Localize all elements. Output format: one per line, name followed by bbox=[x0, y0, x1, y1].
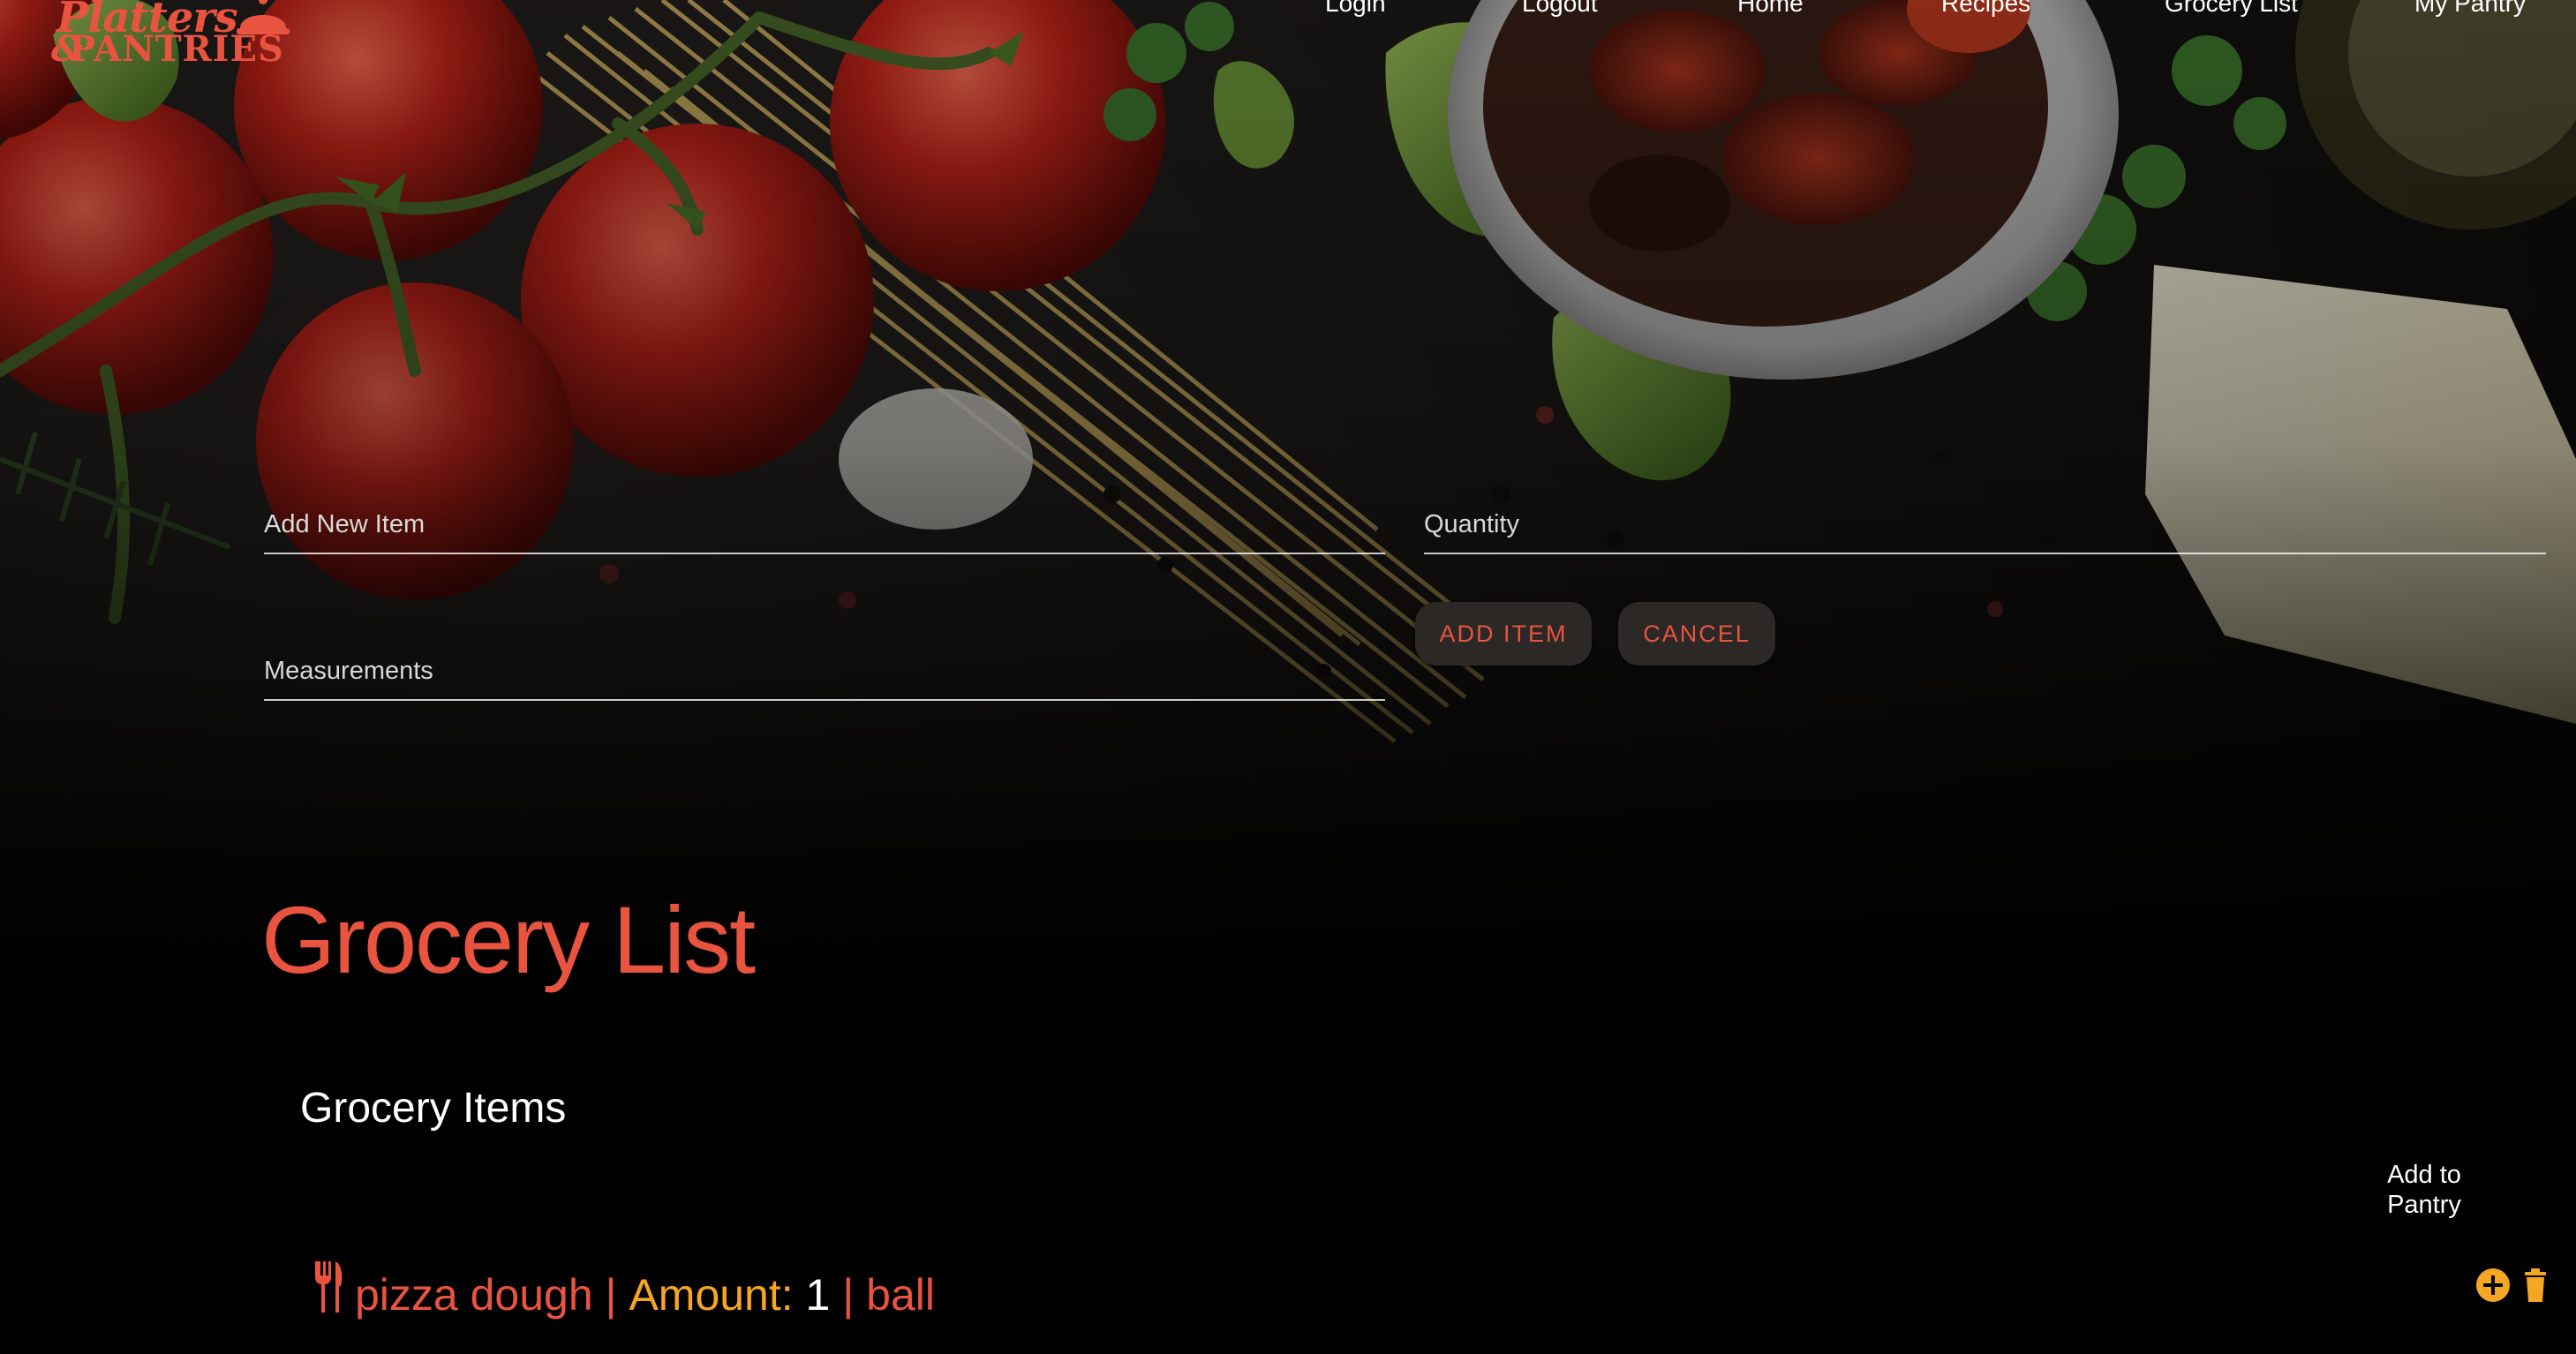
cancel-button[interactable]: CANCEL bbox=[1618, 602, 1775, 666]
item-separator: | bbox=[592, 1270, 629, 1320]
cloche-icon bbox=[237, 0, 290, 34]
page-title: Grocery List bbox=[261, 886, 756, 993]
add-new-item-field[interactable]: Add New Item bbox=[264, 491, 1389, 554]
fork-knife-icon bbox=[315, 1261, 343, 1313]
item-separator: | bbox=[830, 1270, 867, 1320]
nav-home[interactable]: Home bbox=[1737, 0, 1804, 18]
page: Platters & PANTRIES Login Logout Home Re… bbox=[0, 0, 2576, 1354]
grocery-list-item: pizza dough | Amount: 1 | ball bbox=[313, 1261, 935, 1326]
quantity-input[interactable] bbox=[1424, 491, 2550, 554]
nav-my-pantry[interactable]: My Pantry bbox=[2414, 0, 2526, 18]
add-to-pantry-column-header: Add to Pantry bbox=[2387, 1161, 2461, 1219]
item-amount-value: 1 bbox=[805, 1270, 831, 1320]
nav-logout[interactable]: Logout bbox=[1522, 0, 1598, 18]
nav-grocery-list[interactable]: Grocery List bbox=[2165, 0, 2298, 18]
measurements-input[interactable] bbox=[264, 637, 1389, 701]
measurements-field[interactable]: Measurements bbox=[264, 637, 1389, 701]
nav-login[interactable]: Login bbox=[1325, 0, 1386, 18]
nav-recipes[interactable]: Recipes bbox=[1941, 0, 2030, 18]
item-actions bbox=[2468, 1267, 2553, 1303]
add-item-button[interactable]: ADD ITEM bbox=[1415, 602, 1592, 666]
trash-icon[interactable] bbox=[2518, 1267, 2553, 1303]
brand-logo[interactable]: Platters & PANTRIES bbox=[51, 0, 307, 79]
quantity-field[interactable]: Quantity bbox=[1424, 491, 2550, 554]
add-new-item-input[interactable] bbox=[264, 491, 1389, 554]
grocery-items-title: Grocery Items bbox=[300, 1085, 567, 1132]
item-name: pizza dough bbox=[355, 1270, 593, 1320]
item-amount-label: Amount: bbox=[629, 1270, 806, 1320]
plus-circle-icon[interactable] bbox=[2475, 1267, 2511, 1303]
grocery-items-card: Grocery Items Add to Pantry pizza dough … bbox=[261, 1033, 2576, 1354]
item-unit: ball bbox=[866, 1270, 935, 1320]
